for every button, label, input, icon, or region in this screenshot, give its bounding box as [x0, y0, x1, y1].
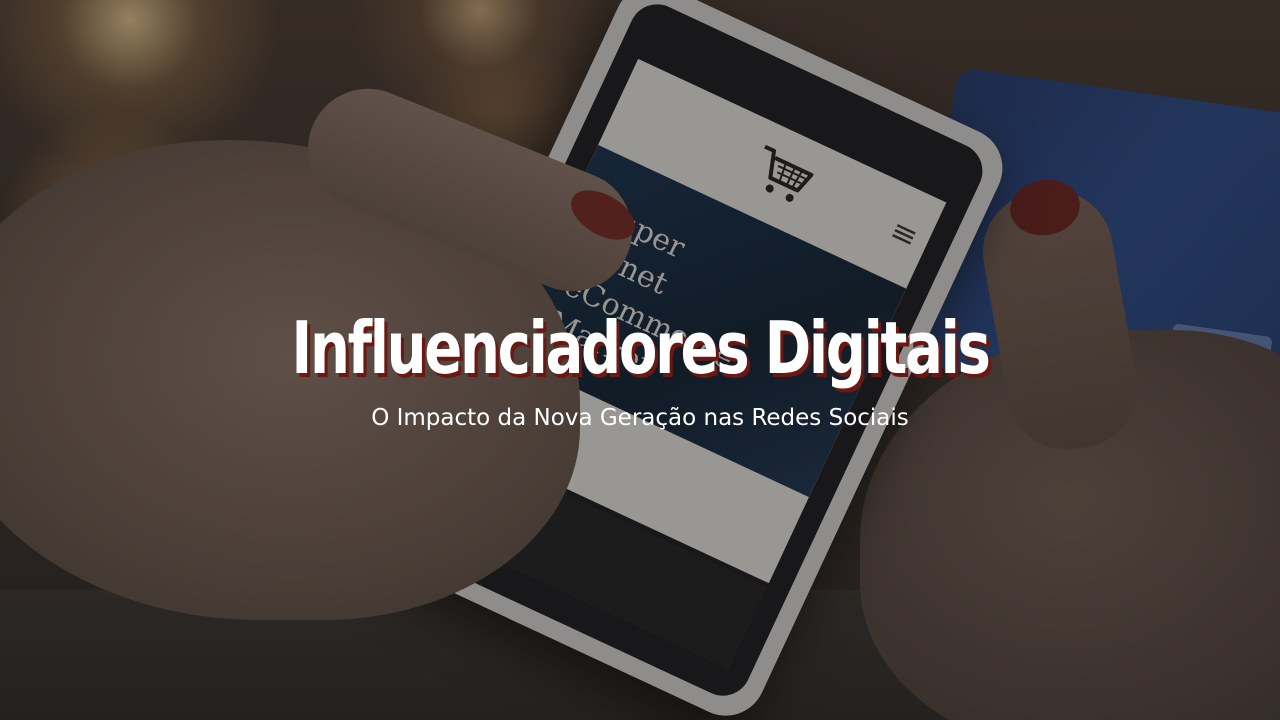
hero-image: Super ernet eCommerce Market Influenciad… [0, 0, 1280, 720]
headline: Influenciadores Digitais [291, 306, 991, 390]
subtitle: O Impacto da Nova Geração nas Redes Soci… [371, 405, 909, 431]
